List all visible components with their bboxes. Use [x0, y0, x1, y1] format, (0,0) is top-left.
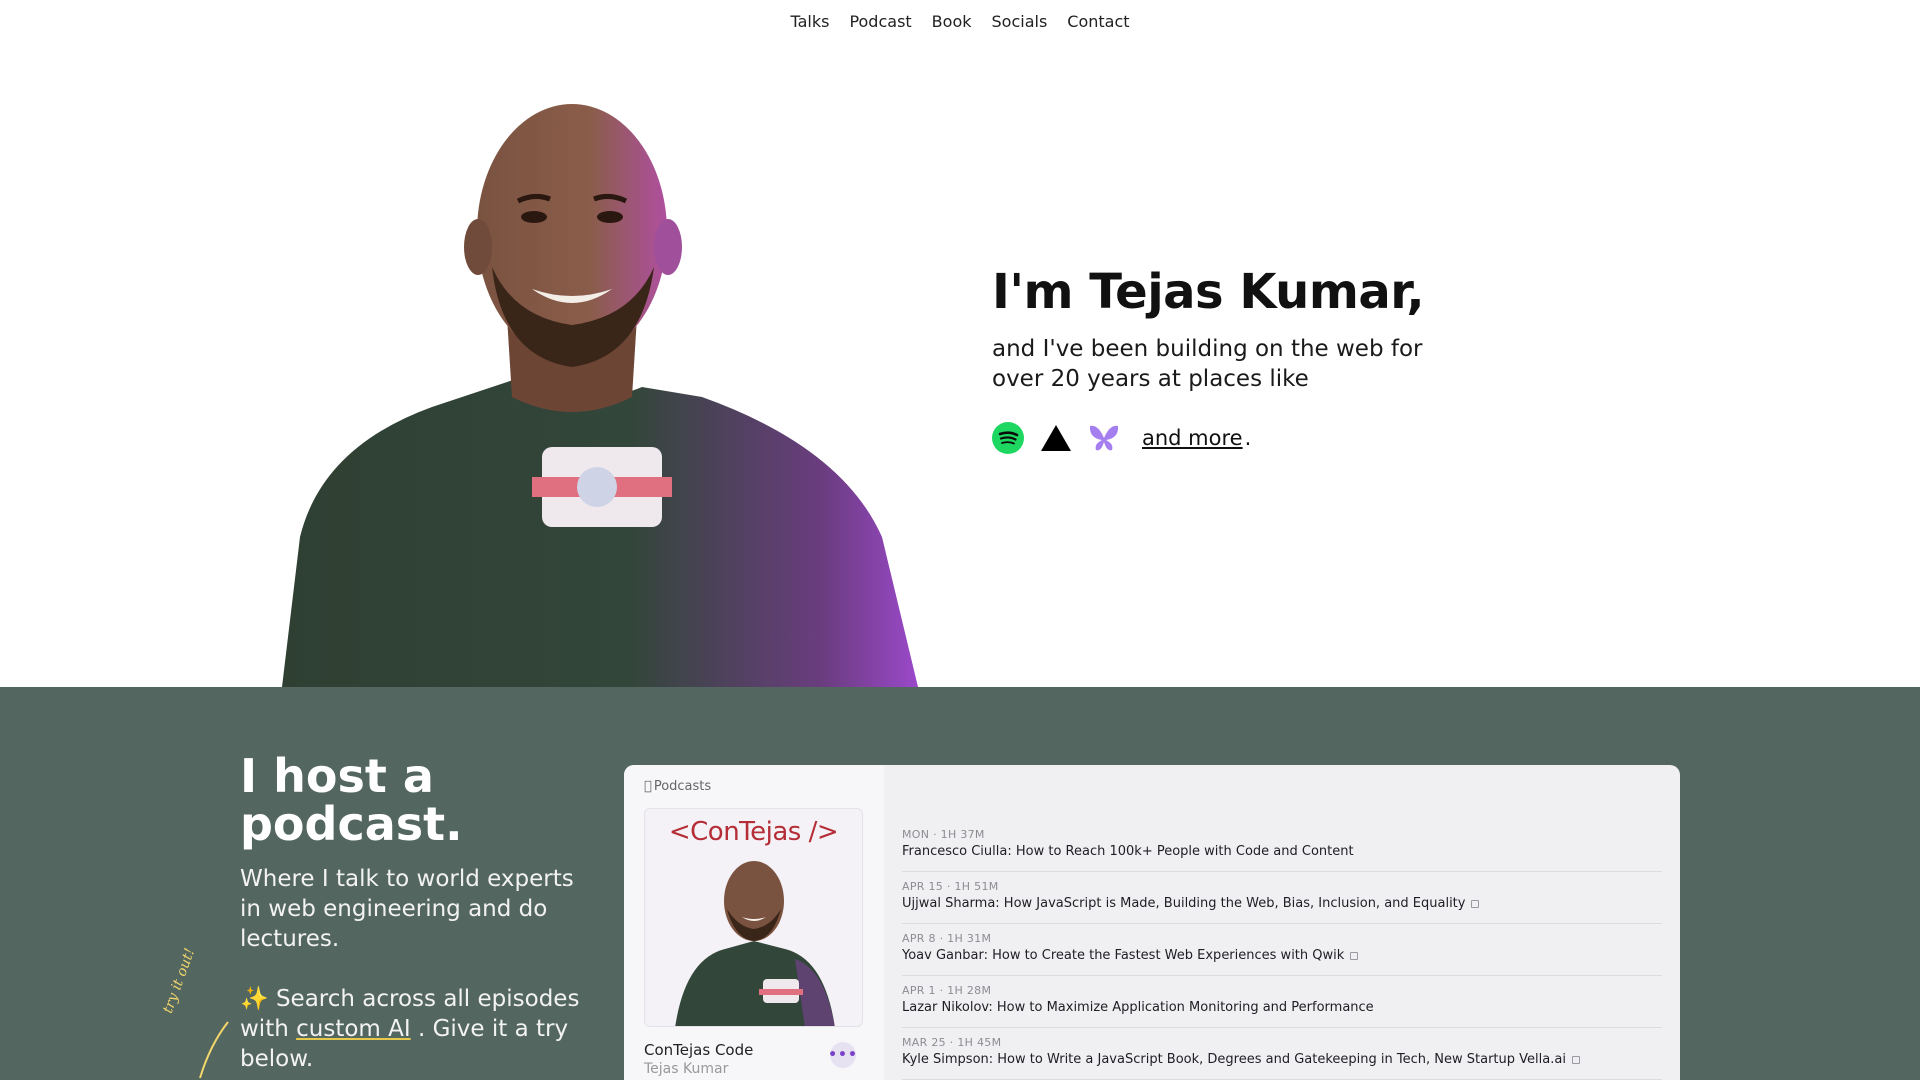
more-options-button[interactable]: ••• — [828, 1042, 857, 1068]
vercel-icon[interactable] — [1040, 422, 1072, 454]
podcast-description: Where I talk to world experts in web eng… — [240, 866, 574, 952]
podcast-embed-sidebar:  Podcasts <ConTejas /> ConTejas Code Te… — [624, 765, 884, 1080]
episode-row[interactable]: APR 15 · 1H 51M Ujjwal Sharma: How JavaS… — [902, 872, 1662, 924]
period-text: . — [1244, 426, 1252, 450]
show-author: Tejas Kumar — [644, 1061, 729, 1077]
try-it-arrow — [199, 1021, 229, 1079]
episode-meta: MON · 1H 37M — [902, 828, 985, 841]
portrait-image — [282, 104, 918, 687]
explicit-icon — [1571, 1055, 1580, 1064]
apple-podcasts-brand:  Podcasts — [644, 779, 864, 794]
spotify-icon[interactable] — [992, 422, 1024, 454]
top-nav: Talks Podcast Book Socials Contact — [0, 0, 1920, 42]
episode-title: Kyle Simpson: How to Write a JavaScript … — [902, 1052, 1662, 1067]
episode-list: MON · 1H 37M Francesco Ciulla: How to Re… — [884, 765, 1680, 1080]
hero-title: I'm Tejas Kumar, — [992, 264, 1425, 320]
nav-link-talks[interactable]: Talks — [780, 12, 839, 31]
episode-row[interactable]: APR 1 · 1H 28M Lazar Nikolov: How to Max… — [902, 976, 1662, 1028]
episode-title: Yoav Ganbar: How to Create the Fastest W… — [902, 948, 1662, 963]
company-logos: and more. — [992, 422, 1512, 454]
custom-ai-link[interactable]: custom AI — [296, 1016, 411, 1042]
episode-row[interactable]: MON · 1H 37M Francesco Ciulla: How to Re… — [902, 820, 1662, 872]
episode-row[interactable]: APR 8 · 1H 31M Yoav Ganbar: How to Creat… — [902, 924, 1662, 976]
nav-link-book[interactable]: Book — [922, 12, 982, 31]
episode-meta: MAR 25 · 1H 45M — [902, 1036, 1002, 1049]
explicit-icon — [1471, 899, 1480, 908]
nav-link-contact[interactable]: Contact — [1057, 12, 1139, 31]
nav-link-socials[interactable]: Socials — [982, 12, 1058, 31]
podcast-search-text: ✨ Search across all episodes with custom… — [240, 984, 580, 1074]
podcast-embed-player:  Podcasts <ConTejas /> ConTejas Code Te… — [624, 765, 1680, 1080]
podcast-title: I host a podcast. — [240, 749, 463, 851]
explicit-icon — [1350, 951, 1359, 960]
butterfly-icon[interactable] — [1088, 422, 1120, 454]
episode-title: Francesco Ciulla: How to Reach 100k+ Peo… — [902, 844, 1354, 859]
episode-title: Ujjwal Sharma: How JavaScript is Made, B… — [902, 896, 1662, 911]
hero-subtitle: and I've been building on the web for ov… — [992, 336, 1423, 392]
apple-podcasts-label: Podcasts — [646, 779, 711, 794]
episode-row[interactable]: MAR 25 · 1H 45M Kyle Simpson: How to Wri… — [902, 1028, 1662, 1080]
episode-meta: APR 15 · 1H 51M — [902, 880, 999, 893]
podcast-intro: I host a podcast. Where I talk to world … — [240, 752, 580, 1074]
hero-intro: I'm Tejas Kumar, and I've been building … — [992, 264, 1512, 454]
hero-section: I'm Tejas Kumar, and I've been building … — [0, 42, 1920, 687]
apple-icon:  — [644, 779, 652, 794]
and-more-link[interactable]: and more — [1142, 426, 1243, 450]
episode-title: Lazar Nikolov: How to Maximize Applicati… — [902, 1000, 1374, 1015]
nav-link-podcast[interactable]: Podcast — [839, 12, 921, 31]
episode-meta: APR 1 · 1H 28M — [902, 984, 992, 997]
episode-meta: APR 8 · 1H 31M — [902, 932, 992, 945]
cover-portrait — [675, 861, 835, 1026]
podcast-cover-art[interactable]: <ConTejas /> — [644, 808, 863, 1027]
